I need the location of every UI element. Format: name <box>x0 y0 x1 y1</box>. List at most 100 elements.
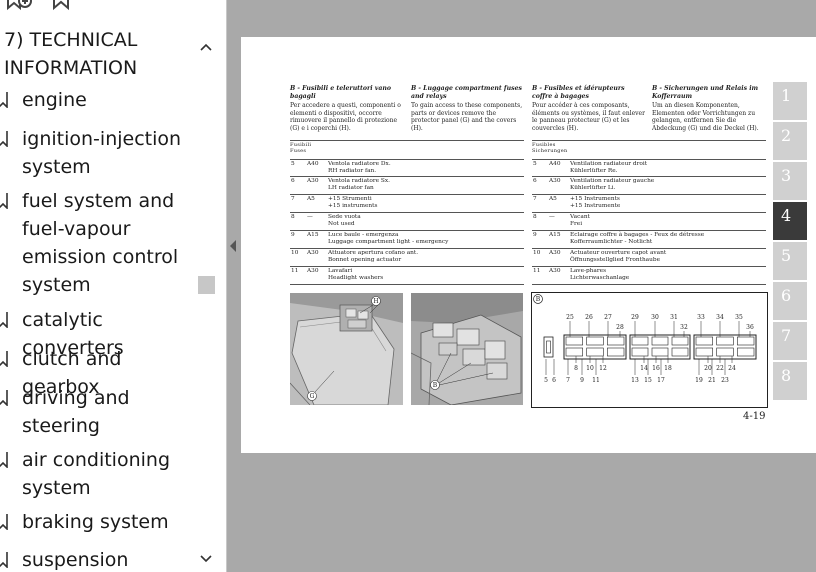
section-tab-3[interactable]: 3 <box>773 162 807 200</box>
fuse-slot-bottom <box>695 347 713 357</box>
fuse-number: 10 <box>533 250 541 256</box>
section-tab-1[interactable]: 1 <box>773 82 807 120</box>
fuse-header-line: Fuses <box>290 148 307 155</box>
fuse-number: 9 <box>291 232 295 238</box>
diagram-bottom-number: 6 <box>552 377 556 384</box>
diagram-top-number: 35 <box>735 314 743 321</box>
fuse-amperage: A5 <box>549 196 557 202</box>
section-tab-8[interactable]: 8 <box>773 362 807 400</box>
bookmark-item-icon <box>0 452 8 472</box>
fuse-amperage: A30 <box>549 250 561 256</box>
column-body: Per accedere a questi, componenti o elem… <box>290 102 401 132</box>
fuse-slot-top <box>651 336 669 346</box>
fuse-slot-top <box>607 336 625 346</box>
fuse-desc: Lave-phares <box>570 268 607 274</box>
section-tab-7[interactable]: 7 <box>773 322 807 360</box>
page-number: 4-19 <box>743 411 766 422</box>
fuse-slot-top <box>631 336 649 346</box>
fuse-table-header: Fusibles Sicherungen <box>532 140 766 159</box>
fuse-number: 11 <box>533 268 541 274</box>
tab-label: 3 <box>781 166 792 185</box>
fuse-desc: +15 instruments <box>328 202 378 209</box>
table-row: 6 A30 Ventola radiatore Sx. LH radiator fan <box>290 176 524 194</box>
section-tab-6[interactable]: 6 <box>773 282 807 320</box>
diagram-top-number: 25 <box>566 314 574 321</box>
bookmark-label: engine <box>22 89 87 111</box>
bookmark-section-title[interactable]: 7) TECHNICAL INFORMATION <box>4 26 194 82</box>
fuse-desc: Luggage compartment light - emergency <box>328 238 449 245</box>
section-tab-2[interactable]: 2 <box>773 122 807 160</box>
collapse-panel-icon[interactable] <box>229 238 237 257</box>
fuse-desc: Kühlerlüfter Re. <box>570 167 618 174</box>
fuse-desc: Attuatore apertura cofano ant. <box>328 250 419 256</box>
diagram-bottom-number: 11 <box>592 377 600 384</box>
fuse-desc: Not used <box>328 220 355 227</box>
chevron-down-icon[interactable] <box>200 548 212 567</box>
diagram-corner-label: B <box>536 296 541 303</box>
diagram-top-number: 26 <box>585 314 593 321</box>
add-bookmark-icon[interactable] <box>6 0 32 16</box>
fuse-desc: Headlight washers <box>328 274 384 281</box>
bookmark-label: ignition-injection system <box>22 128 182 178</box>
callout-b: B <box>433 382 438 389</box>
fuse-desc: LH radiator fan <box>328 184 374 191</box>
fuse-slot-bottom <box>631 347 649 357</box>
fuse-desc: Öffnungsstellglied Fronthaube <box>570 256 661 263</box>
fuse-desc: Ventilation radiateur gauche <box>570 178 655 184</box>
bookmark-icon[interactable] <box>52 0 70 16</box>
column-body: Um an diesen Komponenten, Elementen oder… <box>652 102 759 132</box>
table-row: 9 A15 Eclairage coffre à bagages - Feux de… <box>532 230 766 248</box>
bookmark-label: braking system <box>22 511 169 533</box>
fuse-amperage: A15 <box>549 232 561 238</box>
diagram-top-number: 31 <box>670 314 678 321</box>
fuse-header-line: Sicherungen <box>532 148 568 155</box>
diagram-bottom-number: 13 <box>631 377 639 384</box>
fuse-number: 5 <box>291 161 295 167</box>
tab-label: 5 <box>781 246 792 265</box>
fuse-amperage: A30 <box>549 178 561 184</box>
bookmark-item-icon <box>0 351 8 371</box>
column-body: To gain access to these components, part… <box>411 102 523 132</box>
fuse-slot-bottom <box>737 347 755 357</box>
scrollbar-thumb[interactable] <box>198 276 215 294</box>
bookmark-item-icon <box>0 552 8 572</box>
bookmarks-panel: 7) TECHNICAL INFORMATION engine ignition… <box>0 0 227 572</box>
fuse-desc: Actuateur ouverture capot avant <box>570 250 667 256</box>
tab-label: 7 <box>781 326 792 345</box>
column-heading: B - Fusibili e teleruttori vano bagagli <box>290 85 392 100</box>
fuse-slot-top <box>671 336 689 346</box>
fuse-slot-top <box>737 336 755 346</box>
fuse-number: 7 <box>291 196 295 202</box>
table-row: 8 — Vacant Frei <box>532 212 766 230</box>
fuse-table-left: Fusibili Fuses 5 A40 Ventola radiatore Dx.… <box>290 140 524 285</box>
fuse-slot-top <box>716 336 734 346</box>
bookmark-label: air conditioning system <box>22 449 171 499</box>
table-row: 9 A15 Luce baule - emergenza Luggage compar… <box>290 230 524 248</box>
diagram-top-number: 29 <box>631 314 639 321</box>
section-tab-5[interactable]: 5 <box>773 242 807 280</box>
text-column-en: B - Luggage compartment fuses and relays… <box>411 85 525 132</box>
diagram-bottom-number: 17 <box>657 377 665 384</box>
chevron-up-icon[interactable] <box>200 36 212 55</box>
fuse-desc: Luce baule - emergenza <box>328 232 399 238</box>
diagram-bottom-number: 21 <box>708 377 716 384</box>
diagram-bottom-number: 5 <box>544 377 548 384</box>
section-tab-4[interactable]: 4 <box>773 202 807 240</box>
fuse-number: 6 <box>291 178 295 184</box>
sidebar-scrollbar[interactable] <box>196 30 218 572</box>
fuse-amperage: A40 <box>549 161 561 167</box>
diagram-top-number: 36 <box>746 324 754 331</box>
bookmark-item-icon <box>0 193 8 213</box>
fuse-desc: Bonnet opening actuator <box>328 256 402 263</box>
column-body: Pour accéder à ces composants, éléments … <box>532 102 645 132</box>
text-column-fr: B - Fusibles et ídérupteurs coffre à bag… <box>532 85 646 132</box>
table-row: 5 A40 Ventola radiatore Dx. RH radiator fan… <box>290 159 524 176</box>
diagram-mid-number: 22 <box>716 365 724 372</box>
diagram-mid-number: 20 <box>704 365 712 372</box>
fuse-desc: Sede vuota <box>328 214 361 220</box>
bookmark-item-icon <box>0 514 8 534</box>
column-heading: B - Sicherungen und Relais im Kofferraum <box>652 85 759 100</box>
bookmark-item-icon <box>0 312 8 332</box>
tab-label: 1 <box>781 86 792 105</box>
table-row: 11 A30 Lavafari Headlight washers <box>290 266 524 285</box>
